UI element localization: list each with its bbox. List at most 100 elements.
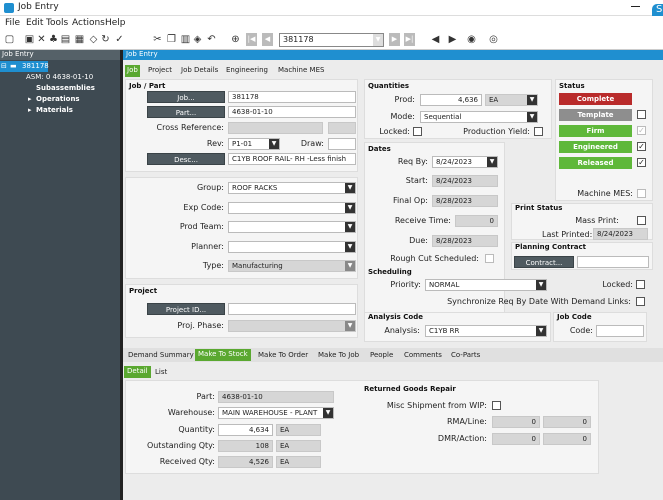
menu-tools[interactable]: Tools: [46, 18, 68, 28]
minimize-icon[interactable]: [631, 6, 640, 7]
rough-cut-checkbox[interactable]: [485, 254, 494, 263]
prod-qty-field[interactable]: 4,636: [420, 94, 482, 106]
group-select[interactable]: ROOF RACKS ▼: [228, 182, 356, 194]
rev-select[interactable]: P1-01 ▼: [228, 138, 280, 150]
menu-file[interactable]: File: [5, 18, 20, 28]
prod-yield-checkbox[interactable]: [534, 127, 543, 136]
menu-actions[interactable]: Actions: [72, 18, 105, 28]
prod-team-select[interactable]: ▼: [228, 221, 356, 233]
grid-icon[interactable]: ▦: [74, 34, 85, 45]
refresh-icon[interactable]: ↻: [100, 34, 111, 45]
template-button[interactable]: Template: [559, 109, 632, 121]
chevron-down-icon[interactable]: ▼: [527, 95, 537, 105]
clear-icon[interactable]: ◇: [88, 34, 99, 45]
draw-field[interactable]: [328, 138, 356, 150]
sync-checkbox[interactable]: [636, 297, 645, 306]
paste-icon[interactable]: ▥: [180, 34, 191, 45]
misc-shipment-checkbox[interactable]: [492, 401, 501, 410]
prev-icon[interactable]: ◀: [262, 33, 273, 46]
desc-field[interactable]: C1YB ROOF RAIL- RH -Less finish: [228, 153, 356, 165]
machine-mes-checkbox[interactable]: [637, 189, 646, 198]
chevron-down-icon[interactable]: ▼: [345, 183, 355, 193]
req-by-field[interactable]: 8/24/2023 ▼: [432, 156, 498, 168]
tab-engineering[interactable]: Engineering: [224, 65, 270, 77]
desc-button[interactable]: Desc...: [147, 153, 225, 165]
attachment-icon[interactable]: ♣: [48, 34, 59, 45]
chevron-down-icon[interactable]: ▼: [536, 280, 546, 290]
job-number-field[interactable]: 381178 ▼: [279, 33, 384, 47]
new-icon[interactable]: ▢: [4, 34, 15, 45]
firm-button[interactable]: Firm: [559, 125, 632, 137]
search-icon[interactable]: ⊕: [230, 34, 241, 45]
chevron-down-icon[interactable]: ▼: [527, 112, 537, 122]
chevron-down-icon[interactable]: ▼: [269, 139, 279, 149]
sched-locked-checkbox[interactable]: [636, 280, 645, 289]
tree-asm[interactable]: ASM: 0 4638-01-10: [26, 73, 93, 81]
quantity-field[interactable]: 4,634: [218, 424, 273, 436]
engineered-checkbox[interactable]: ✓: [637, 142, 646, 151]
home-icon[interactable]: ◉: [466, 34, 477, 45]
proj-phase-select[interactable]: ▼: [228, 320, 356, 332]
contract-button[interactable]: Contract...: [514, 256, 574, 268]
complete-button[interactable]: Complete: [559, 93, 632, 105]
exp-code-select[interactable]: ▼: [228, 202, 356, 214]
copy-icon[interactable]: ❐: [166, 34, 177, 45]
last-icon[interactable]: ▶|: [404, 33, 415, 46]
released-button[interactable]: Released: [559, 157, 632, 169]
tab-make-to-stock[interactable]: Make To Stock: [195, 349, 251, 361]
collapse-icon[interactable]: ⊟: [1, 62, 7, 70]
locked-checkbox[interactable]: [413, 127, 422, 136]
job-code-field[interactable]: [596, 325, 644, 337]
stop-icon[interactable]: ◎: [488, 34, 499, 45]
planner-select[interactable]: ▼: [228, 241, 356, 253]
tab-make-to-job[interactable]: Make To Job: [315, 350, 362, 362]
tab-job[interactable]: Job: [125, 65, 140, 77]
calendar-dropdown-icon[interactable]: ▼: [487, 157, 497, 167]
chevron-down-icon[interactable]: ▼: [345, 222, 355, 232]
mass-print-checkbox[interactable]: [637, 216, 646, 225]
save-icon[interactable]: ▣: [24, 34, 35, 45]
tab-job-details[interactable]: Job Details: [179, 65, 220, 77]
engineered-button[interactable]: Engineered: [559, 141, 632, 153]
mode-select[interactable]: Sequential ▼: [420, 111, 538, 123]
tree-job-label[interactable]: 381178: [22, 62, 49, 70]
menu-help[interactable]: Help: [105, 18, 126, 28]
undo-icon[interactable]: ↶: [206, 34, 217, 45]
tab-comments[interactable]: Comments: [401, 350, 445, 362]
tab-list[interactable]: List: [152, 367, 170, 379]
firm-checkbox[interactable]: ✓: [637, 126, 646, 135]
chevron-down-icon[interactable]: ▼: [345, 321, 355, 331]
chevron-down-icon[interactable]: ▼: [345, 261, 355, 271]
expand-icon[interactable]: ▸: [28, 95, 32, 103]
cut-icon[interactable]: ✂: [152, 34, 163, 45]
part-field[interactable]: 4638-01-10: [228, 106, 356, 118]
tree-subassemblies[interactable]: Subassemblies: [36, 84, 95, 92]
prod-uom-select[interactable]: EA ▼: [485, 94, 538, 106]
cross-ref-field[interactable]: [228, 122, 323, 134]
first-icon[interactable]: |◀: [246, 33, 257, 46]
project-id-field[interactable]: [228, 303, 356, 315]
clear-field-icon[interactable]: ◈: [192, 34, 203, 45]
template-checkbox[interactable]: [637, 110, 646, 119]
menu-edit[interactable]: Edit: [26, 18, 43, 28]
job-button[interactable]: Job...: [147, 91, 225, 103]
forward-icon[interactable]: ▶: [447, 34, 458, 45]
tree-materials[interactable]: Materials: [36, 106, 73, 114]
tab-make-to-order[interactable]: Make To Order: [255, 350, 311, 362]
tree-operations[interactable]: Operations: [36, 95, 80, 103]
chevron-down-icon[interactable]: ▼: [323, 408, 333, 418]
spell-icon[interactable]: ✓: [114, 34, 125, 45]
contract-field[interactable]: [577, 256, 649, 268]
expand-icon[interactable]: ▸: [28, 106, 32, 114]
tab-demand-summary[interactable]: Demand Summary: [125, 350, 197, 362]
type-select[interactable]: Manufacturing ▼: [228, 260, 356, 272]
tab-detail[interactable]: Detail: [124, 366, 151, 378]
chevron-down-icon[interactable]: ▼: [345, 203, 355, 213]
chevron-down-icon[interactable]: ▼: [373, 34, 383, 46]
warehouse-select[interactable]: MAIN WAREHOUSE - PLANT ▼: [218, 407, 334, 419]
chevron-down-icon[interactable]: ▼: [345, 242, 355, 252]
priority-select[interactable]: NORMAL ▼: [425, 279, 547, 291]
tab-machine-mes[interactable]: Machine MES: [276, 65, 326, 77]
job-field[interactable]: 381178: [228, 91, 356, 103]
chevron-down-icon[interactable]: ▼: [536, 326, 546, 336]
